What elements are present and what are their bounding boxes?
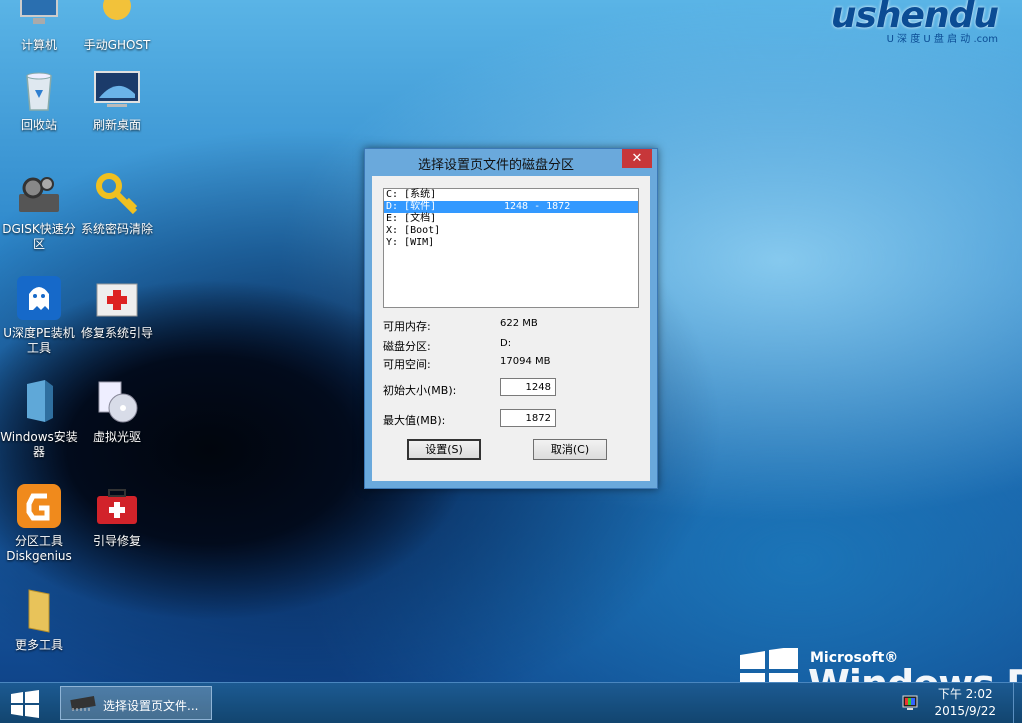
- disk-partition-label: 磁盘分区:: [383, 340, 431, 353]
- desktop-icon-label: U深度PE装机工具: [3, 326, 75, 355]
- desktop-icon-label: DGISK快速分区: [2, 222, 76, 251]
- desktop-icon-refresh-desktop[interactable]: 刷新桌面: [78, 66, 156, 133]
- ushendu-ghost-icon: [17, 276, 61, 320]
- close-button[interactable]: ✕: [622, 149, 652, 168]
- partition-item-d[interactable]: D: [软件] 1248 - 1872: [384, 201, 638, 213]
- desktop-icon-label: 系统密码清除: [80, 222, 153, 236]
- desktop-icon-manual-ghost[interactable]: 手动GHOST: [78, 0, 156, 53]
- toolbox-icon: [97, 489, 137, 524]
- partition-item-c[interactable]: C: [系统]: [384, 189, 638, 201]
- clock-time: 下午 2:02: [937, 687, 993, 701]
- folder-icon: [28, 589, 50, 633]
- set-button[interactable]: 设置(S): [407, 439, 481, 460]
- desktop-icon-diskgenius[interactable]: 分区工具Diskgenius: [0, 482, 78, 564]
- virtual-cd-icon: [98, 381, 138, 423]
- desktop-icon-label: 分区工具Diskgenius: [6, 534, 72, 563]
- logo-text: ushendu: [830, 0, 999, 36]
- chip-icon: [70, 695, 96, 711]
- desktop-icon-label: 计算机: [20, 38, 57, 52]
- desktop-icon-dgisk[interactable]: DGISK快速分区: [0, 170, 78, 252]
- taskbar-item-label: 选择设置页文件...: [103, 699, 199, 713]
- clock-date: 2015/9/22: [934, 704, 996, 718]
- partition-item-x[interactable]: X: [Boot]: [384, 225, 638, 237]
- partition-name: X: [Boot]: [386, 225, 441, 236]
- cancel-button[interactable]: 取消(C): [533, 439, 607, 460]
- initial-size-input[interactable]: [500, 378, 556, 396]
- desktop-icon-label: 刷新桌面: [92, 118, 141, 132]
- desktop-icon-virtual-drive[interactable]: 虚拟光驱: [78, 378, 156, 445]
- disk-partition-value: D:: [500, 338, 512, 349]
- display-tray-icon[interactable]: [902, 695, 918, 711]
- partition-name: Y: [WIM]: [386, 237, 435, 248]
- dialog-title: 选择设置页文件的磁盘分区: [417, 158, 574, 173]
- desktop-icon-label: 更多工具: [14, 638, 63, 652]
- available-space-value: 17094 MB: [500, 356, 551, 367]
- available-memory-label: 可用内存:: [383, 320, 431, 333]
- desktop-icon-more-tools[interactable]: 更多工具: [0, 586, 78, 653]
- taskbar-item-pagefile[interactable]: 选择设置页文件...: [60, 686, 212, 720]
- partition-name: D: [软件]: [386, 201, 437, 212]
- desktop-icon-pe-installer[interactable]: U深度PE装机工具: [0, 274, 78, 356]
- max-size-input[interactable]: [500, 409, 556, 427]
- desktop-icon-label: 修复系统引导: [80, 326, 153, 340]
- partition-item-y[interactable]: Y: [WIM]: [384, 237, 638, 249]
- gears-icon: [19, 177, 59, 212]
- clock[interactable]: 下午 2:02 2015/9/22: [934, 686, 996, 720]
- available-space-label: 可用空间:: [383, 358, 431, 371]
- show-desktop-button[interactable]: [1013, 683, 1022, 723]
- computer-icon: [20, 0, 58, 24]
- partition-name: E: [文档]: [386, 213, 437, 224]
- partition-list[interactable]: C: [系统] D: [软件] 1248 - 1872 E: [文档] X: [B…: [383, 188, 639, 308]
- pagefile-dialog: 选择设置页文件的磁盘分区 ✕ C: [系统] D: [软件] 1248 - 187…: [364, 148, 658, 489]
- desktop-icon-computer[interactable]: 计算机: [0, 0, 78, 53]
- recycle-bin-icon: [26, 72, 52, 111]
- first-aid-kit-icon: [96, 283, 138, 317]
- desktop-icon-label: 手动GHOST: [83, 38, 151, 52]
- diskgenius-icon: [17, 484, 61, 528]
- desktop-icon-windows-installer[interactable]: Windows安装器: [0, 378, 78, 460]
- partition-name: C: [系统]: [386, 189, 437, 200]
- desktop-icon-label: 引导修复: [92, 534, 141, 548]
- desktop-icon-password-clear[interactable]: 系统密码清除: [78, 170, 156, 237]
- desktop-icon-label: 虚拟光驱: [92, 430, 141, 444]
- initial-size-label: 初始大小(MB):: [383, 384, 457, 397]
- taskbar: 选择设置页文件... 下午 2:02 2015/9/22: [0, 682, 1022, 723]
- partition-item-e[interactable]: E: [文档]: [384, 213, 638, 225]
- desktop-icon-boot-repair[interactable]: 引导修复: [78, 482, 156, 549]
- dialog-body: C: [系统] D: [软件] 1248 - 1872 E: [文档] X: [B…: [372, 176, 650, 481]
- monitor-icon: [94, 71, 140, 107]
- partition-range: 1248 - 1872: [504, 201, 571, 212]
- max-size-label: 最大值(MB):: [383, 414, 446, 427]
- desktop-icon-recycle-bin[interactable]: 回收站: [0, 66, 78, 133]
- start-button[interactable]: [8, 689, 42, 719]
- ushendu-logo: ushendu U 深 度 U 盘 启 动 .com: [830, 0, 999, 45]
- desktop-icon-label: Windows安装器: [0, 430, 78, 459]
- key-icon: [96, 173, 138, 215]
- ghost-icon: [103, 0, 131, 20]
- desktop-icon-label: 回收站: [20, 118, 57, 132]
- available-memory-value: 622 MB: [500, 318, 538, 329]
- installer-box-icon: [27, 380, 53, 422]
- desktop-icon-repair-boot[interactable]: 修复系统引导: [78, 274, 156, 341]
- dialog-titlebar[interactable]: 选择设置页文件的磁盘分区 ✕: [365, 149, 657, 175]
